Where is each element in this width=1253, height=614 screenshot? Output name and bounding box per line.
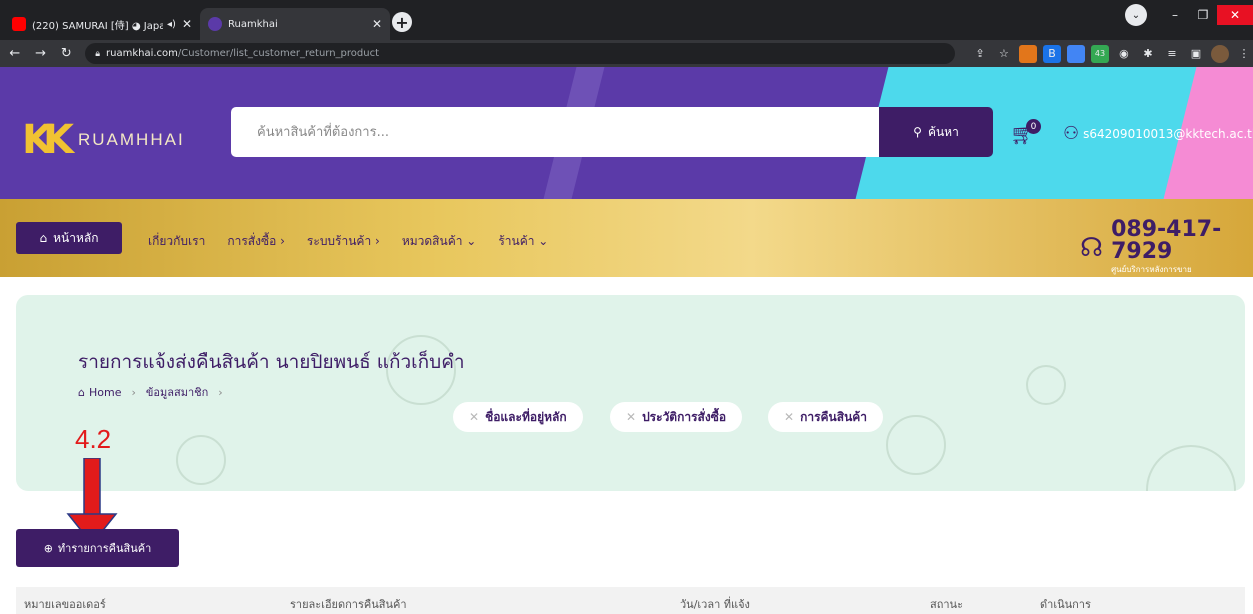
back-icon[interactable]: ←: [4, 46, 26, 61]
home-button[interactable]: ⌂ หน้าหลัก: [16, 222, 122, 254]
logo-text: RUAMHHAI: [78, 130, 185, 149]
camera-icon[interactable]: ◉: [1115, 45, 1133, 63]
close-icon: ✕: [784, 410, 795, 424]
page-title: รายการแจ้งส่งคืนสินค้า นายปิยพนธ์ แก้วเก…: [78, 351, 465, 373]
lock-icon[interactable]: 🔒︎: [95, 49, 100, 59]
tab-title: (220) SAMURAI [侍] ◕ Japa: [32, 20, 164, 32]
user-account[interactable]: ⚇ s64209010013@kktech.ac.th: [1063, 123, 1253, 144]
main-nav: ⌂ หน้าหลัก เกี่ยวกับเรา การสั่งซื้อ › ระ…: [0, 199, 1253, 277]
breadcrumb-separator: ›: [218, 385, 223, 399]
col-return-details: รายละเอียดการคืนสินค้า: [290, 598, 407, 611]
breadcrumb-home[interactable]: Home: [89, 386, 121, 399]
user-icon: ⚇: [1063, 123, 1080, 144]
create-return-label: ทำรายการคืนสินค้า: [57, 542, 152, 555]
search-input[interactable]: [231, 107, 879, 157]
ruamkhai-favicon: [208, 17, 222, 31]
speaker-icon[interactable]: ◂): [167, 19, 176, 30]
headset-icon: ☊: [1080, 232, 1104, 263]
home-label: หน้าหลัก: [53, 230, 99, 245]
user-email: s64209010013@kktech.ac.th: [1083, 126, 1253, 141]
tab-title: Ruamkhai: [228, 18, 278, 30]
nav-item-shop-system[interactable]: ระบบร้านค้า ›: [307, 232, 380, 251]
col-status: สถานะ: [930, 598, 963, 611]
nav-item-stores[interactable]: ร้านค้า ⌄: [498, 232, 548, 251]
hotline-number: 089-417-7929: [1111, 217, 1222, 264]
close-tab-icon[interactable]: ✕: [372, 17, 382, 31]
browser-tabstrip: (220) SAMURAI [侍] ◕ Japa ◂) ✕ Ruamkhai ✕…: [0, 0, 1253, 40]
decor-circle: [1146, 445, 1236, 491]
nav-item-ordering[interactable]: การสั่งซื้อ ›: [227, 232, 285, 251]
returns-table-header: หมายเลขออเดอร์ รายละเอียดการคืนสินค้า วั…: [16, 587, 1245, 614]
share-icon[interactable]: ⇪: [971, 45, 989, 63]
new-tab-button[interactable]: +: [392, 12, 412, 32]
search-button[interactable]: ⚲ ค้นหา: [879, 107, 993, 157]
url-path: /Customer/list_customer_return_product: [177, 48, 380, 59]
forward-icon[interactable]: →: [30, 46, 52, 61]
search-bar: ⚲ ค้นหา: [231, 107, 993, 157]
site-logo[interactable]: KK RUAMHHAI: [22, 120, 185, 160]
bookmark-star-icon[interactable]: ☆: [995, 45, 1013, 63]
reading-list-icon[interactable]: ≡: [1163, 45, 1181, 63]
hotline: ☊ 089-417-7929 ศูนย์บริการหลังการขาย: [1080, 219, 1253, 276]
decor-circle: [1026, 365, 1066, 405]
annotation-label: 4.2: [75, 424, 112, 454]
logo-mark: KK: [22, 117, 74, 163]
close-tab-icon[interactable]: ✕: [182, 17, 192, 31]
nav-menu: เกี่ยวกับเรา การสั่งซื้อ › ระบบร้านค้า ›…: [148, 232, 570, 251]
extension-b-icon[interactable]: B: [1042, 44, 1061, 63]
tab-order-history[interactable]: ✕ ประวัติการสั่งซื้อ: [610, 402, 743, 432]
tab-returns[interactable]: ✕ การคืนสินค้า: [768, 402, 884, 432]
window-controls: ⌄ – ❐ ✕: [1125, 0, 1253, 30]
tab-order-history-label: ประวัติการสั่งซื้อ: [642, 409, 727, 424]
profile-avatar[interactable]: [1210, 44, 1229, 63]
col-actions: ดำเนินการ: [1040, 598, 1091, 611]
minimize-icon[interactable]: –: [1161, 8, 1189, 22]
nav-item-categories[interactable]: หมวดสินค้า ⌄: [402, 232, 477, 251]
add-circle-icon: ⊕: [43, 541, 53, 555]
extension-badge-icon[interactable]: 43: [1090, 44, 1109, 63]
side-panel-icon[interactable]: ▣: [1187, 45, 1205, 63]
translate-icon[interactable]: [1066, 44, 1085, 63]
close-icon: ✕: [626, 410, 637, 424]
puzzle-icon[interactable]: ✱: [1139, 45, 1157, 63]
tab-returns-label: การคืนสินค้า: [800, 409, 868, 424]
browser-tab-ruamkhai[interactable]: Ruamkhai ✕: [200, 8, 390, 40]
extension-icons: ⇪ ☆ B 43 ◉ ✱ ≡ ▣ ⋮: [965, 44, 1253, 63]
address-bar[interactable]: 🔒︎ ruamkhai.com /Customer/list_customer_…: [85, 43, 955, 64]
hotline-caption: ศูนย์บริการหลังการขาย: [1111, 265, 1192, 274]
metamask-icon[interactable]: [1018, 44, 1037, 63]
breadcrumb-separator: ›: [131, 385, 136, 399]
close-icon: ✕: [469, 410, 480, 424]
site-header: KK RUAMHHAI ⚲ ค้นหา 🛒︎ 0 ⚇ s64209010013@…: [0, 67, 1253, 199]
create-return-button[interactable]: ⊕ ทำรายการคืนสินค้า: [16, 529, 179, 567]
youtube-icon: [12, 17, 26, 31]
tab-address[interactable]: ✕ ชื่อและที่อยู่หลัก: [453, 402, 583, 432]
decor-circle: [886, 415, 946, 475]
breadcrumb: ⌂ Home › ข้อมูลสมาชิก ›: [78, 383, 233, 401]
restore-icon[interactable]: ❐: [1189, 8, 1217, 22]
browser-tab-youtube[interactable]: (220) SAMURAI [侍] ◕ Japa ◂) ✕: [4, 8, 200, 40]
search-icon: ⚲: [913, 125, 922, 139]
page-banner: รายการแจ้งส่งคืนสินค้า นายปิยพนธ์ แก้วเก…: [16, 295, 1245, 491]
browser-toolbar: ← → ↻ 🔒︎ ruamkhai.com /Customer/list_cus…: [0, 40, 1253, 67]
menu-kebab-icon[interactable]: ⋮: [1235, 45, 1253, 63]
search-button-label: ค้นหา: [927, 124, 959, 139]
nav-item-about[interactable]: เกี่ยวกับเรา: [148, 232, 205, 251]
close-window-icon[interactable]: ✕: [1217, 5, 1253, 25]
tab-address-label: ชื่อและที่อยู่หลัก: [485, 409, 567, 424]
decor-circle: [176, 435, 226, 485]
tab-search-icon[interactable]: ⌄: [1125, 4, 1147, 26]
breadcrumb-member-info[interactable]: ข้อมูลสมาชิก: [146, 383, 208, 401]
reload-icon[interactable]: ↻: [55, 46, 77, 61]
col-reported-datetime: วัน/เวลา ที่แจ้ง: [680, 598, 750, 611]
cart-count-badge: 0: [1026, 119, 1041, 134]
home-icon: ⌂: [78, 385, 85, 399]
url-host: ruamkhai.com: [106, 48, 178, 59]
home-icon: ⌂: [39, 231, 48, 245]
col-order-number: หมายเลขออเดอร์: [24, 598, 106, 611]
